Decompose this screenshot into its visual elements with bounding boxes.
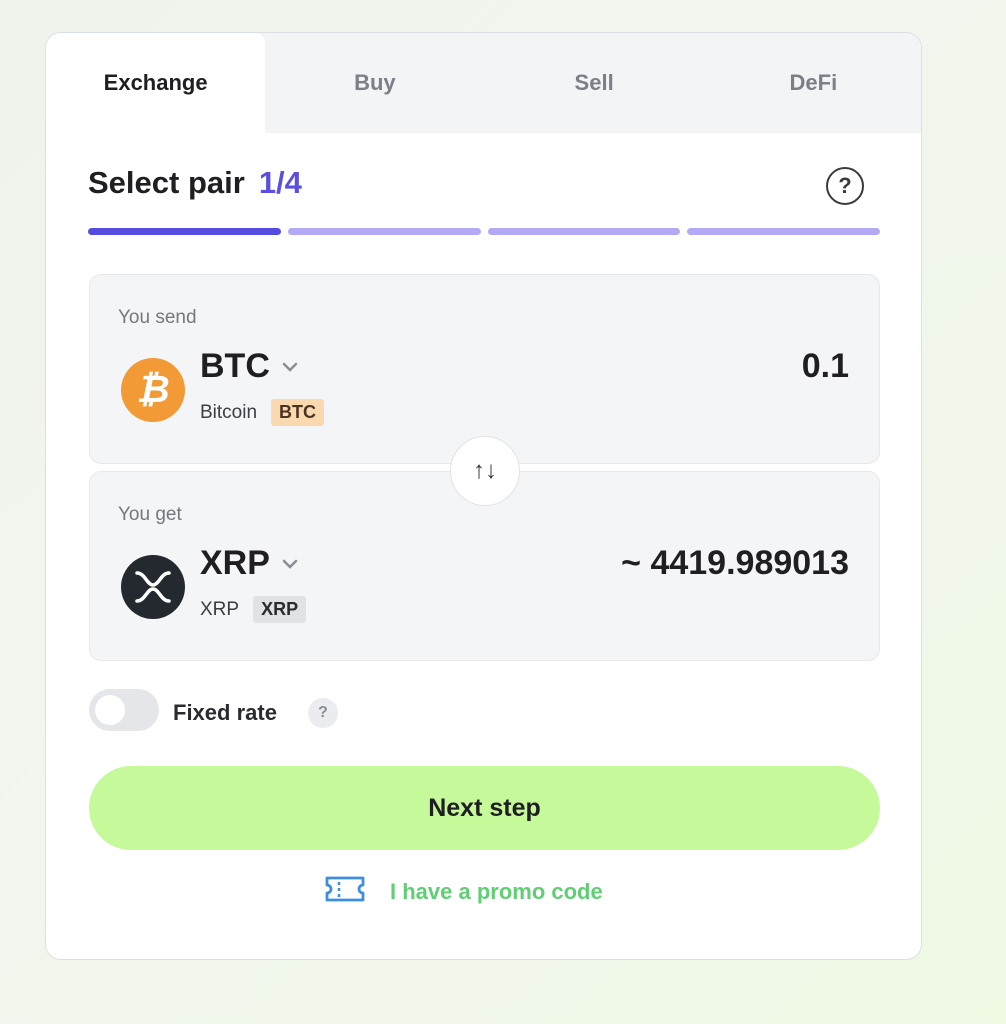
- fixed-rate-toggle[interactable]: [89, 689, 159, 731]
- send-currency-info: Bitcoin BTC: [200, 399, 325, 426]
- promo-code-link[interactable]: I have a promo code: [324, 875, 603, 909]
- get-currency-select[interactable]: XRP: [200, 544, 298, 583]
- get-currency-name: XRP: [200, 598, 240, 620]
- send-label: You send: [118, 307, 197, 328]
- swap-button[interactable]: ↑↓: [450, 436, 520, 506]
- get-label: You get: [118, 504, 182, 525]
- bitcoin-icon: ₿: [121, 358, 185, 422]
- bitcoin-icon-glyph: ₿: [136, 368, 170, 411]
- swap-arrows-icon: ↑↓: [473, 457, 497, 484]
- fixed-rate-help-icon[interactable]: ?: [308, 698, 338, 728]
- progress-segment-4: [687, 228, 880, 235]
- help-icon-glyph: ?: [838, 173, 852, 198]
- toggle-knob: [95, 695, 125, 725]
- step-progress-bar: [88, 228, 880, 235]
- step-header: Select pair 1/4: [88, 165, 302, 201]
- progress-segment-3: [487, 228, 681, 235]
- send-ticker: BTC: [200, 347, 270, 385]
- tab-exchange[interactable]: Exchange: [46, 33, 266, 133]
- send-currency-name: Bitcoin: [200, 401, 258, 423]
- tab-sell[interactable]: Sell: [485, 33, 704, 133]
- fixed-rate-label: Fixed rate: [173, 700, 277, 725]
- xrp-icon: [121, 555, 185, 619]
- send-network-badge: BTC: [271, 399, 325, 426]
- next-step-button[interactable]: Next step: [89, 766, 880, 850]
- step-title: Select pair: [88, 165, 245, 200]
- send-amount-input[interactable]: 0.1: [802, 347, 849, 386]
- step-counter: 1/4: [258, 165, 302, 200]
- promo-code-label: I have a promo code: [390, 879, 603, 904]
- get-network-badge: XRP: [253, 596, 307, 623]
- question-mark-glyph: ?: [318, 704, 328, 721]
- get-amount-value: ~ 4419.989013: [621, 544, 849, 582]
- tab-buy[interactable]: Buy: [265, 33, 484, 133]
- help-icon[interactable]: ?: [826, 167, 864, 205]
- progress-segment-2: [287, 228, 481, 235]
- send-currency-select[interactable]: BTC: [200, 347, 298, 386]
- progress-segment-1: [88, 228, 281, 235]
- exchange-widget: Exchange Buy Sell DeFi Select pair 1/4 ?…: [45, 32, 922, 960]
- tab-defi[interactable]: DeFi: [704, 33, 921, 133]
- get-currency-info: XRP XRP: [200, 596, 307, 623]
- ticket-icon: [324, 875, 366, 909]
- get-ticker: XRP: [200, 544, 270, 582]
- chevron-down-icon: [282, 553, 298, 574]
- chevron-down-icon: [282, 356, 298, 377]
- tab-bar: Exchange Buy Sell DeFi: [46, 33, 921, 133]
